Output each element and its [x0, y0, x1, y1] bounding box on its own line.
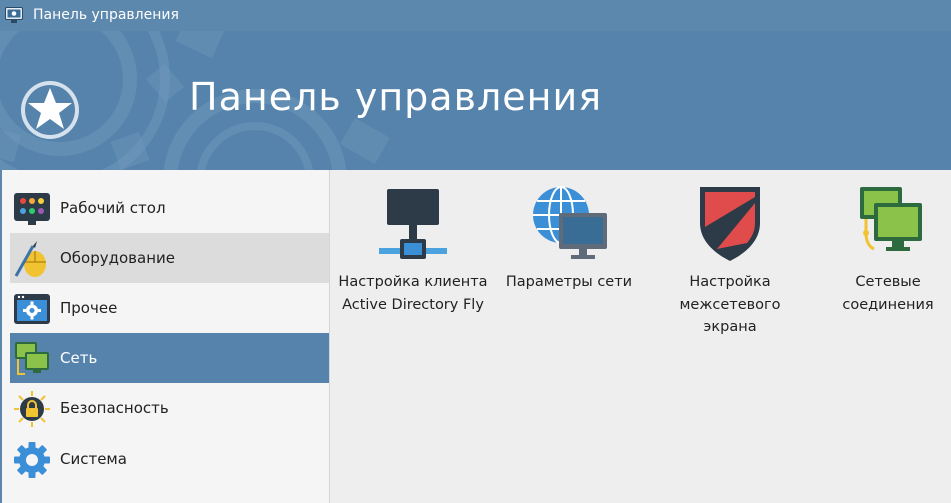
window-gear-icon	[14, 294, 50, 324]
category-sidebar: Рабочий стол Оборудование Прочее Сеть Бе…	[2, 170, 330, 503]
window-title: Панель управления	[33, 7, 179, 23]
desktop-palette-icon	[14, 193, 50, 225]
sidebar-item-label: Оборудование	[60, 249, 175, 267]
tile-label: Настройка клиента Active Directory Fly	[338, 274, 488, 313]
tile-label: Параметры сети	[505, 274, 633, 290]
network-connections-icon	[860, 187, 922, 251]
mouse-pen-icon	[14, 241, 46, 277]
lock-icon	[14, 391, 50, 427]
network-monitors-icon	[15, 342, 49, 375]
ad-client-icon	[379, 189, 447, 259]
sidebar-item-security[interactable]: Безопасность	[10, 383, 329, 433]
sidebar-item-label: Сеть	[60, 349, 98, 367]
sidebar-item-other[interactable]: Прочее	[10, 283, 329, 333]
sidebar-item-label: Прочее	[60, 299, 118, 317]
sidebar-item-label: Безопасность	[60, 399, 169, 417]
gear-icon	[14, 442, 50, 478]
control-panel-icon	[5, 7, 23, 23]
page-title: Панель управления	[189, 75, 603, 119]
tile-label: Сетевые соединения	[842, 274, 934, 313]
tile-network-settings[interactable]: Параметры сети	[500, 183, 638, 294]
star-gear-icon	[21, 81, 79, 139]
globe-monitor-icon	[533, 186, 607, 259]
sidebar-item-system[interactable]: Система	[10, 434, 329, 484]
window-titlebar[interactable]: Панель управления	[0, 0, 951, 31]
tile-ad-client[interactable]: Настройка клиента Active Directory Fly	[333, 183, 493, 316]
sidebar-item-hardware[interactable]: Оборудование	[10, 233, 329, 283]
firewall-shield-icon	[700, 187, 760, 261]
sidebar-item-label: Рабочий стол	[60, 199, 166, 217]
tile-label: Настройка межсетевого экрана	[679, 274, 781, 335]
sidebar-item-label: Система	[60, 450, 127, 468]
applet-grid: Настройка клиента Active Directory Fly П…	[330, 170, 951, 503]
sidebar-item-desktop[interactable]: Рабочий стол	[10, 183, 329, 233]
tile-firewall[interactable]: Настройка межсетевого экрана	[665, 183, 795, 339]
sidebar-item-network[interactable]: Сеть	[10, 333, 329, 383]
header-banner: Панель управления	[0, 31, 951, 170]
tile-network-connections[interactable]: Сетевые соединения	[828, 183, 948, 316]
